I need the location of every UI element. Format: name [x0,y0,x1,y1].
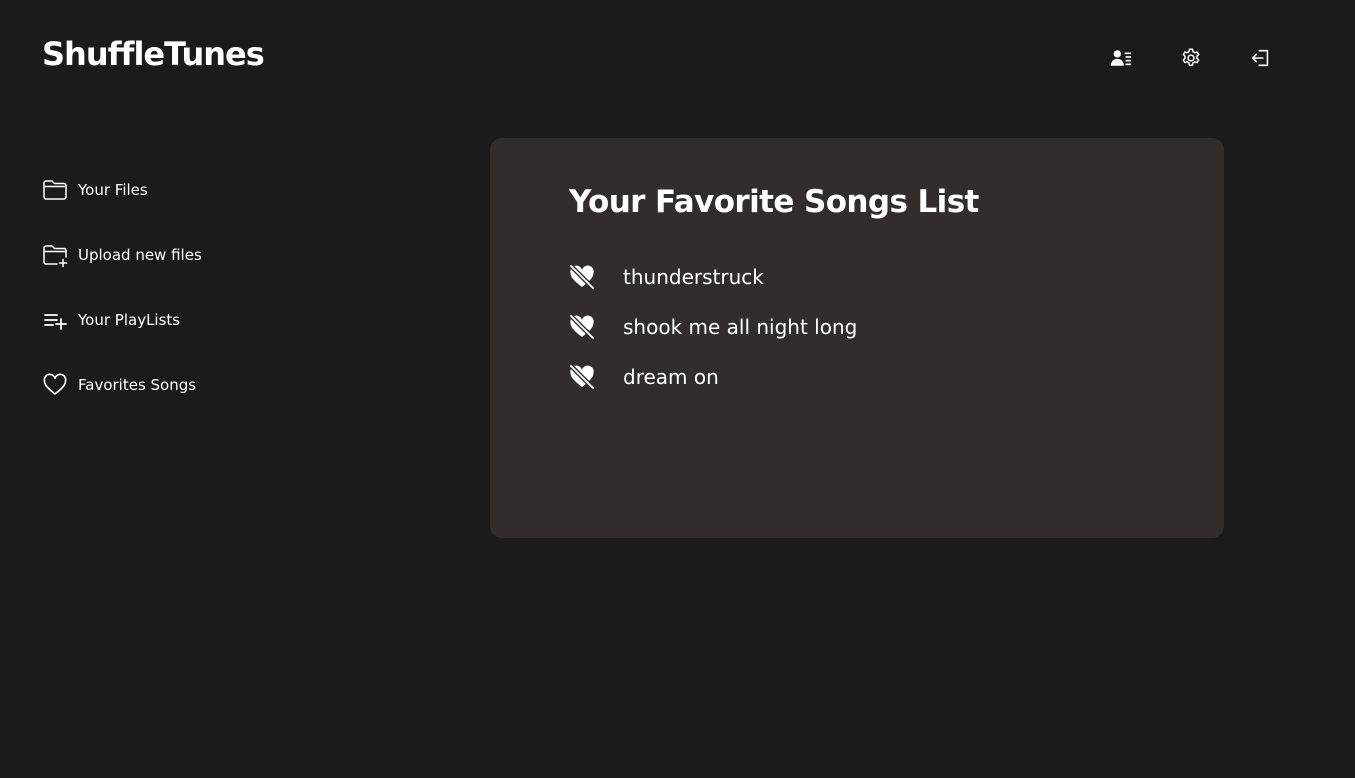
folder-plus-icon [42,242,68,268]
sidebar: Your Files Upload new files Your PlayLis… [42,174,302,434]
sidebar-item-your-files[interactable]: Your Files [42,174,302,206]
remove-favorite-button[interactable] [569,312,599,342]
sidebar-item-label: Your PlayLists [78,311,181,329]
profile-button[interactable] [1105,44,1137,72]
song-list: thunderstruck shook me all night long dr… [569,258,857,408]
logout-button[interactable] [1245,44,1277,72]
list-item: dream on [569,358,857,396]
remove-favorite-button[interactable] [569,362,599,392]
favorites-card: Your Favorite Songs List thunderstruck s… [490,138,1224,538]
song-title: shook me all night long [623,315,858,339]
app-root: ShuffleTunes Your Files Upload new files… [0,0,1355,778]
playlist-add-icon [42,307,68,333]
logout-icon [1251,49,1269,67]
gear-icon [1182,48,1200,66]
sidebar-item-label: Upload new files [78,246,202,264]
user-list-icon [1110,50,1132,66]
song-title: dream on [623,365,719,389]
settings-button[interactable] [1175,44,1207,72]
list-item: thunderstruck [569,258,857,296]
sidebar-item-upload-new-files[interactable]: Upload new files [42,239,302,271]
heart-icon [42,372,68,398]
sidebar-item-your-playlists[interactable]: Your PlayLists [42,304,302,336]
list-item: shook me all night long [569,308,857,346]
brand-logo[interactable]: ShuffleTunes [42,32,265,76]
heart-crossed-icon [569,364,595,390]
sidebar-item-favorites-songs[interactable]: Favorites Songs [42,369,302,401]
song-title: thunderstruck [623,265,764,289]
folder-icon [42,177,68,203]
page-title: Your Favorite Songs List [569,184,979,220]
header-actions [1105,44,1277,72]
remove-favorite-button[interactable] [569,262,599,292]
sidebar-item-label: Favorites Songs [78,376,197,394]
heart-crossed-icon [569,264,595,290]
sidebar-item-label: Your Files [78,181,148,199]
heart-crossed-icon [569,314,595,340]
